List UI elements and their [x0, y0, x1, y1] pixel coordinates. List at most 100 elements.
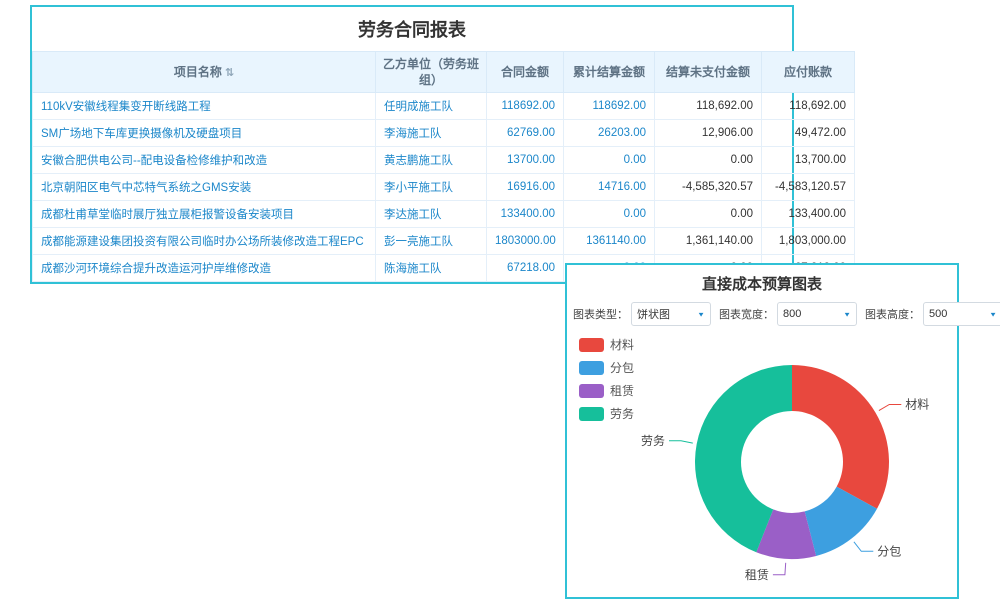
column-header: 合同金额 — [487, 52, 564, 93]
pie-slice-label: 劳务 — [641, 433, 665, 448]
control-label: 图表类型： — [573, 306, 628, 322]
control-select[interactable]: 饼状图 ▼ — [631, 302, 711, 326]
project-name-cell[interactable]: 安徽合肥供电公司--配电设备检修维护和改造 — [33, 147, 376, 174]
contract-amount-cell: 67218.00 — [487, 255, 564, 282]
settled-amount-cell: 26203.00 — [564, 120, 655, 147]
payable-cell: 1,803,000.00 — [762, 228, 855, 255]
pie-label-line — [669, 441, 693, 443]
control-select[interactable]: 800 ▼ — [777, 302, 857, 326]
select-value: 饼状图 — [637, 306, 670, 322]
column-header-label: 合同金额 — [501, 65, 549, 79]
legend-item[interactable]: 材料 — [579, 336, 634, 353]
project-name-cell[interactable]: SM广场地下车库更换摄像机及硬盘项目 — [33, 120, 376, 147]
sort-icon[interactable]: ⇅ — [225, 67, 234, 79]
unpaid-amount-cell: -4,585,320.57 — [655, 174, 762, 201]
unpaid-amount-cell: 12,906.00 — [655, 120, 762, 147]
unit-cell: 李小平施工队 — [376, 174, 487, 201]
chevron-down-icon: ▼ — [843, 310, 851, 317]
unit-cell: 李达施工队 — [376, 201, 487, 228]
unpaid-amount-cell: 1,361,140.00 — [655, 228, 762, 255]
chart-title: 直接成本预算图表 — [567, 265, 957, 300]
pie-label-line — [773, 563, 786, 575]
contract-amount-cell: 62769.00 — [487, 120, 564, 147]
legend-swatch — [579, 361, 604, 375]
table-row: 成都能源建设集团投资有限公司临时办公场所装修改造工程EPC彭一亮施工队18030… — [33, 228, 855, 255]
contract-amount-cell: 133400.00 — [487, 201, 564, 228]
pie-label-line — [879, 405, 901, 411]
column-header: 乙方单位（劳务班组） — [376, 52, 487, 93]
project-name-cell[interactable]: 成都能源建设集团投资有限公司临时办公场所装修改造工程EPC — [33, 228, 376, 255]
unpaid-amount-cell: 0.00 — [655, 201, 762, 228]
project-name-cell[interactable]: 成都杜甫草堂临时展厅独立展柜报警设备安装项目 — [33, 201, 376, 228]
column-header: 应付账款 — [762, 52, 855, 93]
chevron-down-icon: ▼ — [989, 310, 997, 317]
settled-amount-cell: 0.00 — [564, 147, 655, 174]
column-header-label: 应付账款 — [784, 65, 832, 79]
settled-amount-cell: 1361140.00 — [564, 228, 655, 255]
settled-amount-cell: 0.00 — [564, 201, 655, 228]
payable-cell: 133,400.00 — [762, 201, 855, 228]
table-row: 成都杜甫草堂临时展厅独立展柜报警设备安装项目李达施工队133400.000.00… — [33, 201, 855, 228]
contract-amount-cell: 16916.00 — [487, 174, 564, 201]
pie-slice-label: 租赁 — [745, 568, 769, 582]
unit-cell: 黄志鹏施工队 — [376, 147, 487, 174]
legend-item[interactable]: 租赁 — [579, 382, 634, 399]
project-name-cell[interactable]: 北京朝阳区电气中芯特气系统之GMS安装 — [33, 174, 376, 201]
select-value: 800 — [783, 308, 801, 320]
chart-control-group: 图表高度： 500 ▼ — [865, 302, 1000, 326]
report-title: 劳务合同报表 — [32, 7, 792, 51]
unit-cell: 李海施工队 — [376, 120, 487, 147]
project-name-cell[interactable]: 成都沙河环境综合提升改造运河护岸维修改造 — [33, 255, 376, 282]
unpaid-amount-cell: 118,692.00 — [655, 93, 762, 120]
direct-cost-chart-panel: 直接成本预算图表 图表类型：饼状图▼图表宽度：800▼图表高度：500▼ 材料分… — [565, 263, 959, 599]
project-name-cell[interactable]: 110kV安徽线程集变开断线路工程 — [33, 93, 376, 120]
pie-slice-材料[interactable] — [792, 365, 889, 509]
contract-amount-cell: 118692.00 — [487, 93, 564, 120]
chart-control-group: 图表宽度： 800 ▼ — [719, 302, 857, 326]
contract-amount-cell: 13700.00 — [487, 147, 564, 174]
control-label: 图表宽度： — [719, 306, 774, 322]
column-header: 累计结算金额 — [564, 52, 655, 93]
control-select[interactable]: 500 ▼ — [923, 302, 1000, 326]
unit-cell: 彭一亮施工队 — [376, 228, 487, 255]
legend-item[interactable]: 劳务 — [579, 405, 634, 422]
chart-controls: 图表类型：饼状图▼图表宽度：800▼图表高度：500▼ — [567, 300, 957, 332]
unpaid-amount-cell: 0.00 — [655, 147, 762, 174]
legend-swatch — [579, 407, 604, 421]
legend-label: 分包 — [610, 359, 634, 376]
pie-slice-label: 材料 — [905, 398, 929, 412]
settled-amount-cell: 118692.00 — [564, 93, 655, 120]
column-header-label: 结算未支付金额 — [666, 65, 750, 79]
legend-label: 劳务 — [610, 405, 634, 422]
pie-slice-label: 分包 — [877, 544, 901, 558]
unit-cell: 陈海施工队 — [376, 255, 487, 282]
payable-cell: 13,700.00 — [762, 147, 855, 174]
table-row: 北京朝阳区电气中芯特气系统之GMS安装李小平施工队16916.0014716.0… — [33, 174, 855, 201]
labor-contract-report-panel: 劳务合同报表 项目名称⇅乙方单位（劳务班组）合同金额累计结算金额结算未支付金额应… — [30, 5, 794, 284]
table-row: 安徽合肥供电公司--配电设备检修维护和改造黄志鹏施工队13700.000.000… — [33, 147, 855, 174]
control-label: 图表高度： — [865, 306, 920, 322]
legend-label: 材料 — [610, 336, 634, 353]
legend-label: 租赁 — [610, 382, 634, 399]
legend-swatch — [579, 384, 604, 398]
column-header-label: 累计结算金额 — [573, 65, 645, 79]
chart-legend: 材料分包租赁劳务 — [579, 336, 634, 422]
pie-label-line — [854, 542, 873, 552]
contract-amount-cell: 1803000.00 — [487, 228, 564, 255]
table-row: 110kV安徽线程集变开断线路工程任明成施工队118692.00118692.0… — [33, 93, 855, 120]
column-header[interactable]: 项目名称⇅ — [33, 52, 376, 93]
payable-cell: 118,692.00 — [762, 93, 855, 120]
column-header-label: 项目名称 — [174, 65, 222, 79]
payable-cell: 49,472.00 — [762, 120, 855, 147]
chart-area: 材料分包租赁劳务 材料分包租赁劳务 — [567, 332, 957, 598]
column-header-label: 乙方单位（劳务班组） — [383, 57, 479, 87]
unit-cell: 任明成施工队 — [376, 93, 487, 120]
chevron-down-icon: ▼ — [697, 310, 705, 317]
select-value: 500 — [929, 308, 947, 320]
chart-control-group: 图表类型： 饼状图 ▼ — [573, 302, 711, 326]
legend-item[interactable]: 分包 — [579, 359, 634, 376]
legend-swatch — [579, 338, 604, 352]
report-table: 项目名称⇅乙方单位（劳务班组）合同金额累计结算金额结算未支付金额应付账款 110… — [32, 51, 855, 282]
table-header-row: 项目名称⇅乙方单位（劳务班组）合同金额累计结算金额结算未支付金额应付账款 — [33, 52, 855, 93]
column-header: 结算未支付金额 — [655, 52, 762, 93]
